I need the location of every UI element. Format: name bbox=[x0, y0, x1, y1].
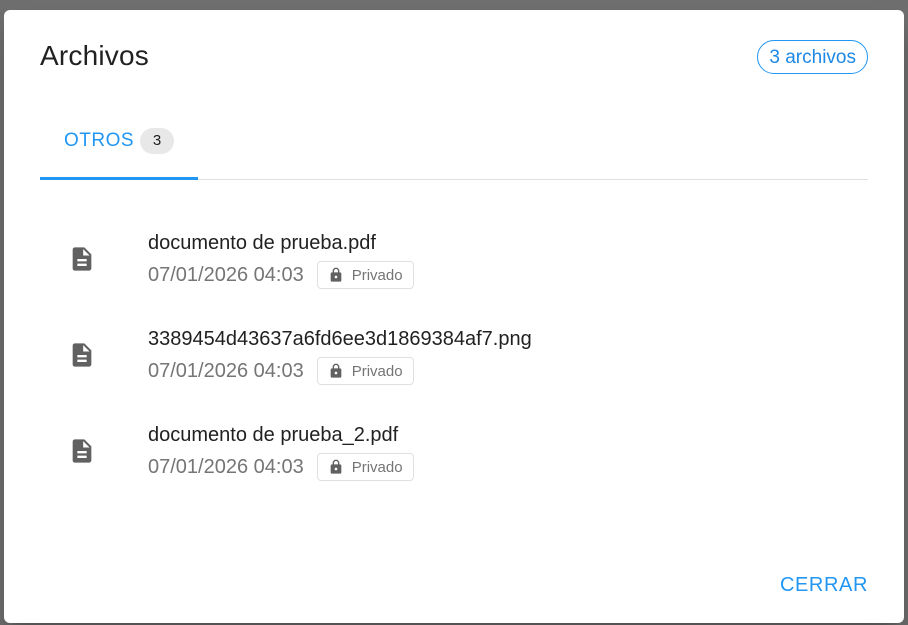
privacy-chip: Privado bbox=[316, 453, 414, 481]
tab-label: OTROS bbox=[64, 130, 135, 151]
file-name: documento de prueba.pdf bbox=[148, 232, 376, 254]
file-list-item[interactable]: documento de prueba.pdf 07/01/2026 04:03… bbox=[40, 220, 868, 316]
privacy-label: Privado bbox=[351, 458, 403, 476]
file-meta: 07/01/2026 04:03 Privado bbox=[148, 452, 414, 482]
file-meta: 07/01/2026 04:03 Privado bbox=[148, 260, 414, 290]
file-date: 07/01/2026 04:03 bbox=[148, 359, 304, 382]
lock-icon bbox=[330, 267, 342, 282]
file-name: documento de prueba_2.pdf bbox=[148, 424, 399, 446]
dialog-header: Archivos 3 archivos bbox=[40, 40, 868, 80]
file-list-item[interactable]: 3389454d43637a6fd6ee3d1869384af7.png 07/… bbox=[40, 316, 868, 412]
file-meta: 07/01/2026 04:03 Privado bbox=[148, 356, 414, 386]
file-date: 07/01/2026 04:03 bbox=[148, 263, 304, 286]
privacy-chip: Privado bbox=[316, 261, 414, 289]
document-icon bbox=[72, 343, 92, 367]
lock-icon bbox=[330, 459, 342, 474]
lock-icon bbox=[330, 363, 342, 378]
file-count-chip: 3 archivos bbox=[757, 40, 868, 74]
active-tab-indicator bbox=[40, 177, 198, 180]
file-list: documento de prueba.pdf 07/01/2026 04:03… bbox=[40, 220, 868, 508]
files-dialog: Archivos 3 archivos OTROS 3 documento de… bbox=[4, 10, 904, 623]
tab-otros[interactable]: OTROS 3 bbox=[40, 116, 198, 180]
document-icon bbox=[72, 439, 92, 463]
tab-count-badge: 3 bbox=[140, 128, 174, 154]
privacy-label: Privado bbox=[351, 362, 403, 380]
privacy-label: Privado bbox=[351, 266, 403, 284]
privacy-chip: Privado bbox=[316, 357, 414, 385]
dialog-title: Archivos bbox=[40, 40, 149, 71]
document-icon bbox=[72, 247, 92, 271]
tab-bar: OTROS 3 bbox=[40, 116, 868, 180]
file-name: 3389454d43637a6fd6ee3d1869384af7.png bbox=[148, 328, 532, 350]
file-list-item[interactable]: documento de prueba_2.pdf 07/01/2026 04:… bbox=[40, 412, 868, 508]
close-button[interactable]: CERRAR bbox=[780, 574, 868, 597]
file-date: 07/01/2026 04:03 bbox=[148, 455, 304, 478]
